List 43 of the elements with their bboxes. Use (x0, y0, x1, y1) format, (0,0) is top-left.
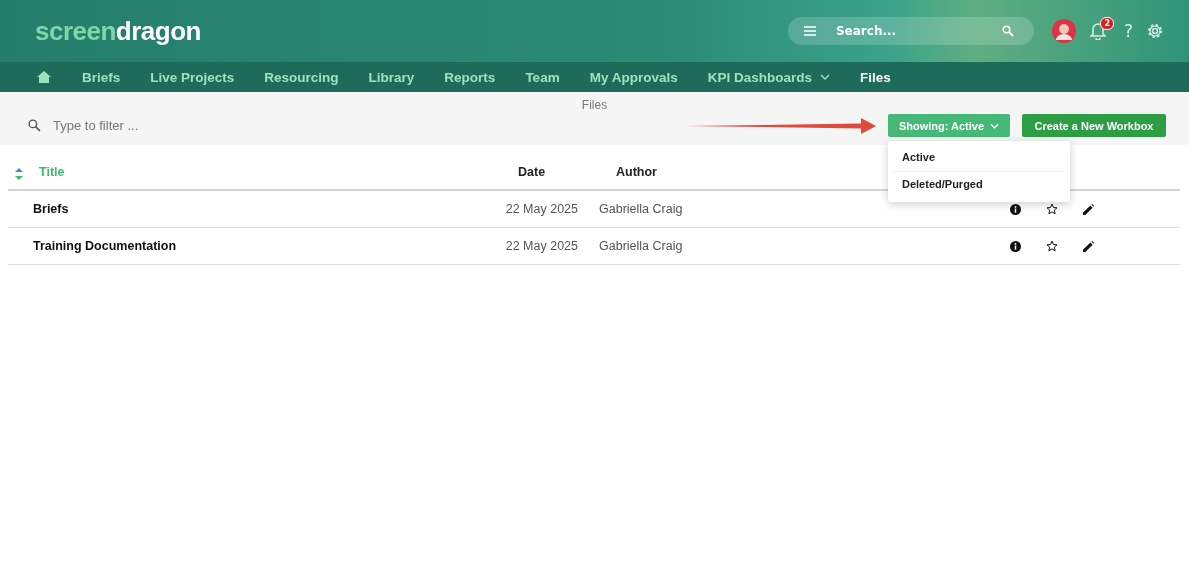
nav-tab[interactable]: KPI Dashboards (707, 69, 830, 85)
nav-tab[interactable]: Reports (444, 69, 496, 85)
file-title[interactable]: Training Documentation (33, 239, 177, 253)
date-cell-text: 22 May 2025 (504, 239, 578, 253)
create-workbox-button[interactable]: Create a New Workbox (1022, 114, 1166, 137)
search-icon (28, 119, 41, 132)
filter-field[interactable]: Type to filter ... (28, 118, 328, 133)
settings-icon[interactable] (1147, 23, 1163, 39)
menu-item[interactable]: Deleted/Purged (894, 171, 1064, 198)
author-cell: Gabriella Craig (599, 202, 683, 216)
page-title: Files (580, 98, 609, 112)
bell-icon[interactable] (1089, 22, 1106, 40)
nav-tab[interactable]: Library (368, 69, 415, 85)
star-icon[interactable] (1046, 240, 1058, 252)
filter-dropdown-button[interactable]: Showing: Active (888, 114, 1010, 137)
pencil-icon[interactable] (1083, 240, 1094, 252)
home-icon[interactable] (37, 71, 51, 83)
column-header[interactable]: Title (39, 165, 65, 179)
column-header[interactable]: Date (518, 165, 546, 179)
pencil-icon[interactable] (1083, 203, 1094, 215)
search-field[interactable]: Search... (787, 17, 1034, 45)
nav-tab[interactable]: Team (525, 69, 560, 85)
nav-tab[interactable]: Files (859, 69, 891, 85)
menu-item[interactable]: Active (894, 145, 1064, 171)
nav-tab[interactable]: My Approvals (589, 69, 678, 85)
info-icon[interactable] (1010, 240, 1021, 252)
menu-icon[interactable] (803, 26, 816, 36)
sort-icon[interactable] (15, 167, 23, 181)
nav-tab[interactable]: Resourcing (264, 69, 339, 85)
logo: screendragon (35, 15, 201, 47)
author-cell: Gabriella Craig (599, 239, 683, 253)
avatar-icon[interactable] (1051, 19, 1076, 43)
search-icon[interactable] (1001, 25, 1014, 37)
column-header[interactable]: Author (616, 165, 657, 179)
star-icon[interactable] (1046, 203, 1058, 215)
date-cell-text: 22 May 2025 (504, 202, 578, 216)
notification-count: 2 (1100, 17, 1114, 30)
file-title[interactable]: Briefs (33, 202, 69, 216)
caret-icon (990, 122, 1000, 129)
nav-tab[interactable]: Live Projects (150, 69, 235, 85)
info-icon[interactable] (1010, 203, 1021, 215)
help-button[interactable]: ? (1123, 21, 1133, 41)
nav-tab[interactable]: Briefs (82, 69, 121, 85)
